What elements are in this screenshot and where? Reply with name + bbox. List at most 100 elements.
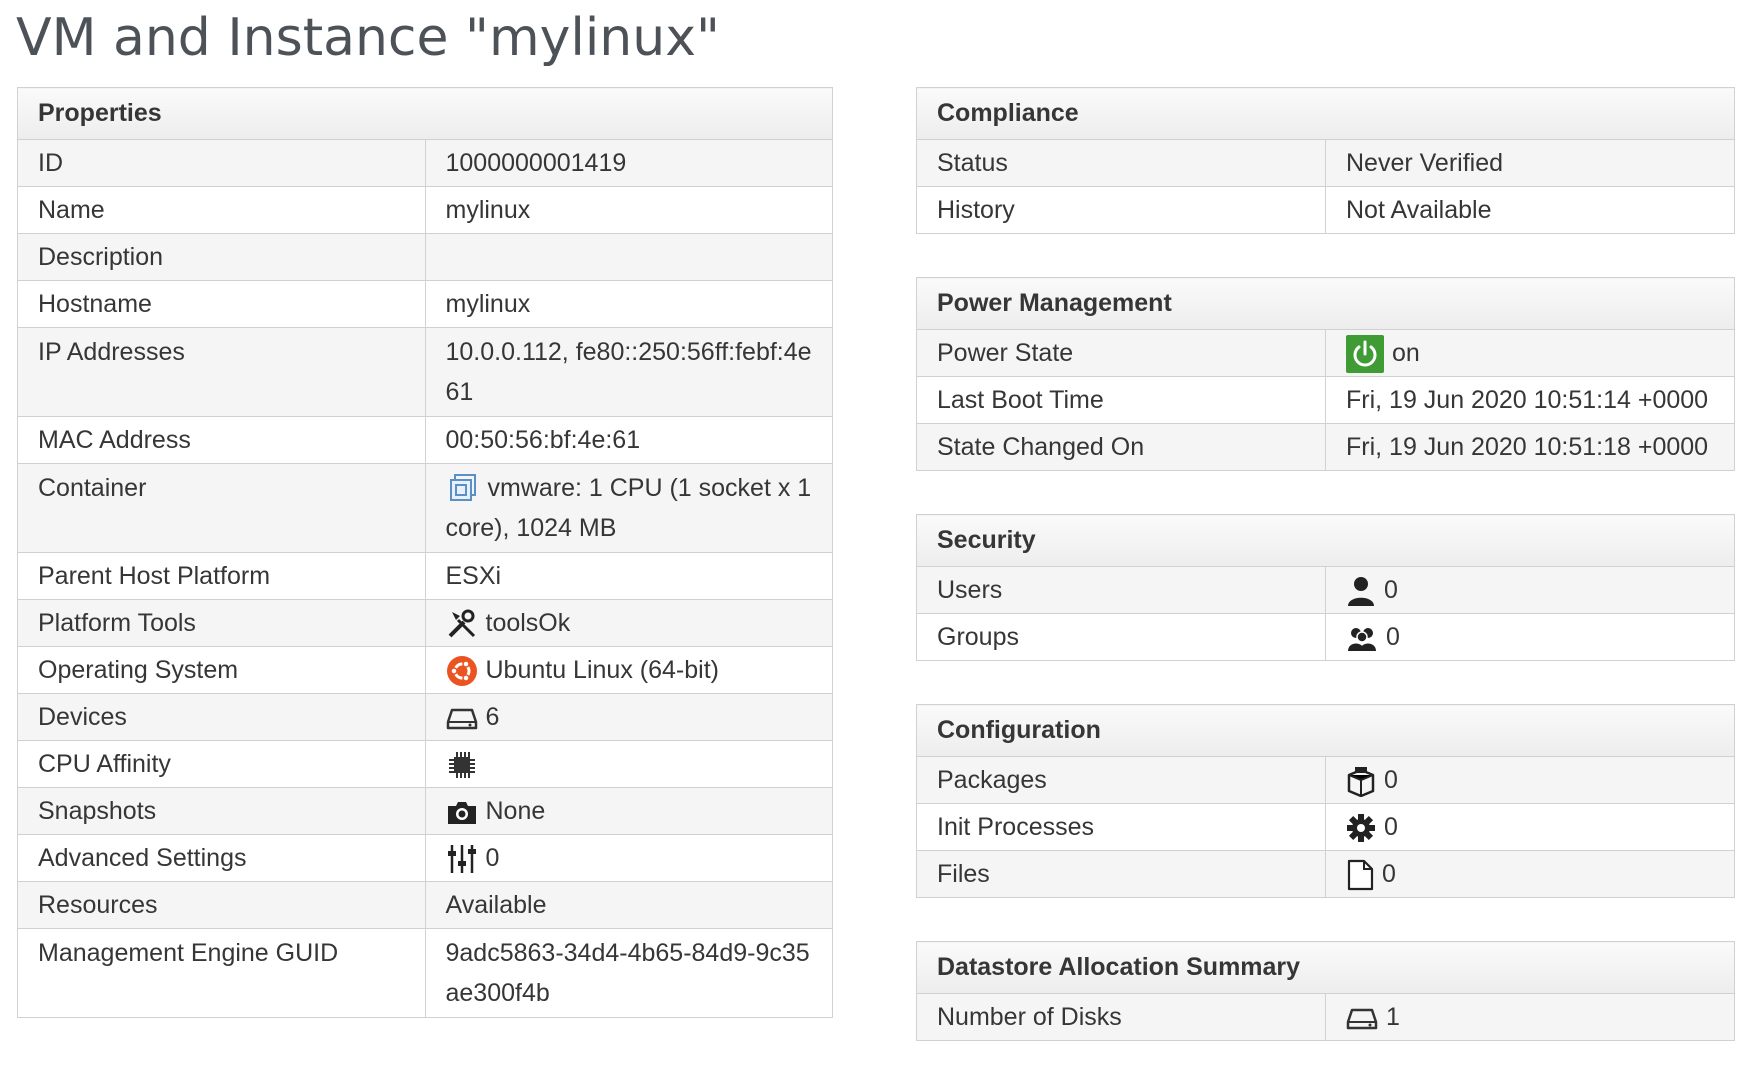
table-row[interactable]: Platform Tools toolsOk xyxy=(17,599,833,647)
row-value[interactable]: 0 xyxy=(1325,613,1735,661)
row-value: Available xyxy=(424,881,833,929)
row-value: Fri, 19 Jun 2020 10:51:18 +0000 xyxy=(1325,423,1735,471)
row-label: Last Boot Time xyxy=(916,376,1326,424)
tools-value: toolsOk xyxy=(485,609,571,637)
table-row[interactable]: CPU Affinity xyxy=(17,740,833,788)
table-row[interactable]: Resources Available xyxy=(17,881,833,929)
table-row[interactable]: Snapshots None xyxy=(17,787,833,835)
row-label: Name xyxy=(17,186,426,234)
table-row[interactable]: Status Never Verified xyxy=(916,139,1735,187)
row-label: Operating System xyxy=(17,646,426,694)
configuration-header: Configuration xyxy=(916,704,1735,757)
row-value: 1000000001419 xyxy=(424,139,833,187)
row-value: 00:50:56:bf:4e:61 xyxy=(424,416,833,464)
row-value[interactable]: 6 xyxy=(424,693,833,741)
left-column: Properties ID 1000000001419 Name mylinux… xyxy=(17,87,833,1018)
table-row[interactable]: Power State on xyxy=(916,329,1735,377)
compliance-table: Compliance Status Never Verified History… xyxy=(916,87,1735,234)
row-label: Power State xyxy=(916,329,1326,377)
row-label: Hostname xyxy=(17,280,426,328)
table-row[interactable]: Parent Host Platform ESXi xyxy=(17,552,833,600)
row-value[interactable]: 0 xyxy=(1325,756,1735,804)
vmware-container-icon xyxy=(446,472,480,506)
tools-icon xyxy=(446,608,478,640)
cpu-chip-icon xyxy=(446,749,478,781)
row-label: Resources xyxy=(17,881,426,929)
row-label: Users xyxy=(916,566,1326,614)
ubuntu-icon xyxy=(446,655,478,687)
datastore-table: Datastore Allocation Summary Number of D… xyxy=(916,941,1735,1041)
row-label: State Changed On xyxy=(916,423,1326,471)
row-label: MAC Address xyxy=(17,416,426,464)
disks-value[interactable]: 1 xyxy=(1386,1003,1400,1031)
table-row[interactable]: Number of Disks 1 xyxy=(916,993,1735,1041)
row-value[interactable]: None xyxy=(424,787,833,835)
compliance-header: Compliance xyxy=(916,87,1735,140)
users-value[interactable]: 0 xyxy=(1384,576,1398,604)
row-value: on xyxy=(1325,329,1735,377)
table-row[interactable]: Init Processes 0 xyxy=(916,803,1735,851)
table-row[interactable]: IP Addresses 10.0.0.112, fe80::250:56ff:… xyxy=(17,327,833,417)
files-value[interactable]: 0 xyxy=(1382,860,1396,888)
row-label: Parent Host Platform xyxy=(17,552,426,600)
table-row[interactable]: Operating System Ubuntu Linux (64-bit) xyxy=(17,646,833,694)
table-row[interactable]: Packages 0 xyxy=(916,756,1735,804)
row-value: Never Verified xyxy=(1325,139,1735,187)
row-value: 10.0.0.112, fe80::250:56ff:febf:4e61 xyxy=(424,327,833,417)
file-icon xyxy=(1346,859,1374,891)
row-value: Ubuntu Linux (64-bit) xyxy=(424,646,833,694)
devices-value[interactable]: 6 xyxy=(486,703,500,731)
row-value[interactable]: 0 xyxy=(1325,803,1735,851)
row-value xyxy=(424,233,833,281)
table-row[interactable]: Files 0 xyxy=(916,850,1735,898)
security-header: Security xyxy=(916,514,1735,567)
properties-header: Properties xyxy=(17,87,833,140)
table-row[interactable]: History Not Available xyxy=(916,186,1735,234)
row-value: Not Available xyxy=(1325,186,1735,234)
table-row[interactable]: MAC Address 00:50:56:bf:4e:61 xyxy=(17,416,833,464)
right-column: Compliance Status Never Verified History… xyxy=(916,87,1735,1041)
row-value[interactable]: 0 xyxy=(1325,850,1735,898)
row-value xyxy=(424,740,833,788)
sliders-icon xyxy=(446,843,478,875)
row-label: Platform Tools xyxy=(17,599,426,647)
row-value: 9adc5863-34d4-4b65-84d9-9c35ae300f4b xyxy=(424,928,833,1018)
packages-value[interactable]: 0 xyxy=(1384,766,1398,794)
row-label: Init Processes xyxy=(916,803,1326,851)
hard-drive-icon xyxy=(1346,1004,1378,1032)
package-icon xyxy=(1346,765,1376,798)
row-value: mylinux xyxy=(424,280,833,328)
row-label: Snapshots xyxy=(17,787,426,835)
init-processes-value[interactable]: 0 xyxy=(1384,813,1398,841)
row-label: Number of Disks xyxy=(916,993,1326,1041)
table-row[interactable]: Hostname mylinux xyxy=(17,280,833,328)
row-value[interactable]: 1 xyxy=(1325,993,1735,1041)
advanced-settings-value[interactable]: 0 xyxy=(486,844,500,872)
row-value[interactable]: vmware: 1 CPU (1 socket x 1 core), 1024 … xyxy=(424,463,833,553)
table-row[interactable]: ID 1000000001419 xyxy=(17,139,833,187)
power-management-header: Power Management xyxy=(916,277,1735,330)
row-value[interactable]: 0 xyxy=(1325,566,1735,614)
table-row[interactable]: Container vmware: 1 CPU (1 socket x 1 co… xyxy=(17,463,833,553)
row-label: CPU Affinity xyxy=(17,740,426,788)
table-row[interactable]: Devices 6 xyxy=(17,693,833,741)
os-value: Ubuntu Linux (64-bit) xyxy=(485,656,719,684)
table-row[interactable]: Management Engine GUID 9adc5863-34d4-4b6… xyxy=(17,928,833,1018)
table-row[interactable]: State Changed On Fri, 19 Jun 2020 10:51:… xyxy=(916,423,1735,471)
power-state-value: on xyxy=(1392,338,1420,367)
table-row[interactable]: Groups 0 xyxy=(916,613,1735,661)
table-row[interactable]: Advanced Settings 0 xyxy=(17,834,833,882)
groups-value[interactable]: 0 xyxy=(1386,623,1400,651)
snapshots-value[interactable]: None xyxy=(486,797,546,825)
row-label: Devices xyxy=(17,693,426,741)
row-label: Files xyxy=(916,850,1326,898)
row-value[interactable]: 0 xyxy=(424,834,833,882)
datastore-header: Datastore Allocation Summary xyxy=(916,941,1735,994)
table-row[interactable]: Last Boot Time Fri, 19 Jun 2020 10:51:14… xyxy=(916,376,1735,424)
container-value[interactable]: vmware: 1 CPU (1 socket x 1 core), 1024 … xyxy=(446,474,812,542)
hard-drive-icon xyxy=(446,704,478,732)
row-value: toolsOk xyxy=(424,599,833,647)
table-row[interactable]: Users 0 xyxy=(916,566,1735,614)
table-row[interactable]: Description xyxy=(17,233,833,281)
table-row[interactable]: Name mylinux xyxy=(17,186,833,234)
